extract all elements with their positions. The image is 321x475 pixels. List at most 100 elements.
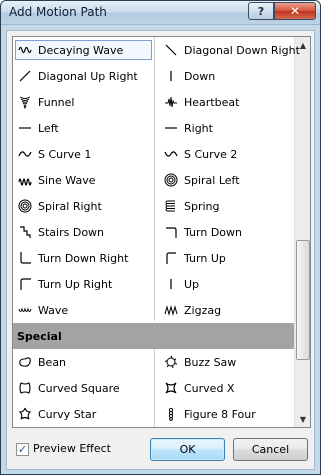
motion-path-label: Heartbeat <box>184 95 240 109</box>
zigzag-icon <box>164 303 178 317</box>
close-button[interactable]: ✕ <box>274 2 316 20</box>
motion-path-label: Diagonal Up Right <box>38 69 138 83</box>
motion-path-item-heartbeat[interactable]: Heartbeat <box>154 89 295 115</box>
list-row: Funnel Heartbeat <box>13 89 296 115</box>
checkmark-icon: ✓ <box>17 443 28 456</box>
motion-path-label: Turn Up Right <box>38 277 113 291</box>
section-header-special: Special <box>13 323 296 349</box>
list-row: Turn Down Right Turn Up <box>13 245 296 271</box>
list-row: Wave Zigzag <box>13 297 296 323</box>
motion-path-label: Turn Up <box>184 251 226 265</box>
list-row: Spiral Right Spring <box>13 193 296 219</box>
motion-path-item-diagonal-down-right[interactable]: Diagonal Down Right <box>154 37 300 63</box>
motion-path-item-spring[interactable]: Spring <box>154 193 295 219</box>
ok-button[interactable]: OK <box>150 438 225 461</box>
list-row: Turn Up Right Up <box>13 271 296 297</box>
motion-path-item-turn-up[interactable]: Turn Up <box>154 245 295 271</box>
left-icon <box>18 121 32 135</box>
motion-path-label: Spiral Right <box>38 199 102 213</box>
list-row: Diagonal Up Right Down <box>13 63 296 89</box>
bean-icon <box>18 355 32 369</box>
preview-effect-checkbox[interactable]: ✓ <box>16 443 29 456</box>
motion-path-label: Bean <box>38 355 67 369</box>
motion-path-item-zigzag[interactable]: Zigzag <box>154 297 295 323</box>
scrollbar-thumb[interactable] <box>296 240 310 360</box>
motion-path-item-left[interactable]: Left <box>13 115 154 141</box>
scroll-down-arrow-icon[interactable]: ▼ <box>295 411 310 427</box>
motion-path-label: Right <box>184 121 213 135</box>
down-icon <box>164 69 178 83</box>
list-row: S Curve 1 S Curve 2 <box>13 141 296 167</box>
motion-path-item-figure-8-four[interactable]: Figure 8 Four <box>154 401 295 427</box>
motion-path-item-decaying-wave[interactable]: Decaying Wave <box>13 37 154 63</box>
spiral-right-icon <box>18 199 32 213</box>
help-button[interactable]: ? <box>248 2 274 20</box>
figure-8-four-icon <box>164 407 178 421</box>
stairs-down-icon <box>18 225 32 239</box>
list-row: Bean Buzz Saw <box>13 349 296 375</box>
list-row: Curved Square Curved X <box>13 375 296 401</box>
buzz-saw-icon <box>164 355 178 369</box>
sine-wave-icon <box>18 173 32 187</box>
motion-path-label: Curved Square <box>38 381 120 395</box>
motion-path-item-right[interactable]: Right <box>154 115 295 141</box>
motion-path-item-turn-down[interactable]: Turn Down <box>154 219 295 245</box>
motion-path-label: S Curve 2 <box>184 147 238 161</box>
turn-down-right-icon <box>18 251 32 265</box>
diagonal-up-right-icon <box>18 69 32 83</box>
motion-path-label: Down <box>184 69 216 83</box>
motion-path-item-sine-wave[interactable]: Sine Wave <box>13 167 154 193</box>
list-row: Curvy Star Figure 8 Four <box>13 401 296 427</box>
motion-path-item-stairs-down[interactable]: Stairs Down <box>13 219 154 245</box>
motion-path-item-buzz-saw[interactable]: Buzz Saw <box>154 349 295 375</box>
motion-path-label: Curved X <box>184 381 235 395</box>
motion-path-grid: Decaying Wave Diagonal Down Right Diagonal… <box>13 37 300 427</box>
up-icon <box>164 277 178 291</box>
title-bar[interactable]: Add Motion Path ? ✕ <box>1 1 320 25</box>
diagonal-down-right-icon <box>164 43 178 57</box>
motion-path-item-s-curve-1[interactable]: S Curve 1 <box>13 141 154 167</box>
motion-path-item-up[interactable]: Up <box>154 271 295 297</box>
motion-path-item-bean[interactable]: Bean <box>13 349 154 375</box>
motion-path-label: S Curve 1 <box>38 147 92 161</box>
wave-icon <box>18 303 32 317</box>
motion-path-label: Curvy Star <box>38 407 97 421</box>
motion-path-item-spiral-right[interactable]: Spiral Right <box>13 193 154 219</box>
motion-path-item-diagonal-up-right[interactable]: Diagonal Up Right <box>13 63 154 89</box>
motion-path-label: Spiral Left <box>184 173 240 187</box>
preview-effect-label[interactable]: Preview Effect <box>33 442 111 455</box>
motion-path-item-curvy-star[interactable]: Curvy Star <box>13 401 154 427</box>
s-curve-1-icon <box>18 147 32 161</box>
turn-down-icon <box>164 225 178 239</box>
motion-path-label: Figure 8 Four <box>184 407 256 421</box>
motion-path-item-curved-square[interactable]: Curved Square <box>13 375 154 401</box>
add-motion-path-dialog: Add Motion Path ? ✕ Decaying Wave Diagona… <box>0 0 321 475</box>
close-icon: ✕ <box>289 4 301 18</box>
motion-path-item-s-curve-2[interactable]: S Curve 2 <box>154 141 295 167</box>
dialog-title: Add Motion Path <box>9 5 107 19</box>
list-row: Left Right <box>13 115 296 141</box>
motion-path-label: Diagonal Down Right <box>184 43 300 57</box>
s-curve-2-icon <box>164 147 178 161</box>
motion-path-item-down[interactable]: Down <box>154 63 295 89</box>
motion-path-item-curved-x[interactable]: Curved X <box>154 375 295 401</box>
motion-path-label: Left <box>38 121 59 135</box>
vertical-scrollbar[interactable]: ▲ ▼ <box>294 37 310 427</box>
motion-path-label: Funnel <box>38 95 75 109</box>
motion-path-item-turn-down-right[interactable]: Turn Down Right <box>13 245 154 271</box>
motion-path-label: Zigzag <box>184 303 222 317</box>
curved-square-icon <box>18 381 32 395</box>
motion-path-label: Sine Wave <box>38 173 96 187</box>
spring-icon <box>164 199 178 213</box>
motion-path-item-spiral-left[interactable]: Spiral Left <box>154 167 295 193</box>
motion-path-item-funnel[interactable]: Funnel <box>13 89 154 115</box>
turn-up-icon <box>164 251 178 265</box>
motion-path-item-wave[interactable]: Wave <box>13 297 154 323</box>
list-row: Sine Wave Spiral Left <box>13 167 296 193</box>
cancel-button[interactable]: Cancel <box>233 438 308 461</box>
list-row: Stairs Down Turn Down <box>13 219 296 245</box>
turn-up-right-icon <box>18 277 32 291</box>
motion-path-item-turn-up-right[interactable]: Turn Up Right <box>13 271 154 297</box>
motion-path-list[interactable]: Decaying Wave Diagonal Down Right Diagonal… <box>12 36 311 428</box>
spiral-left-icon <box>164 173 178 187</box>
